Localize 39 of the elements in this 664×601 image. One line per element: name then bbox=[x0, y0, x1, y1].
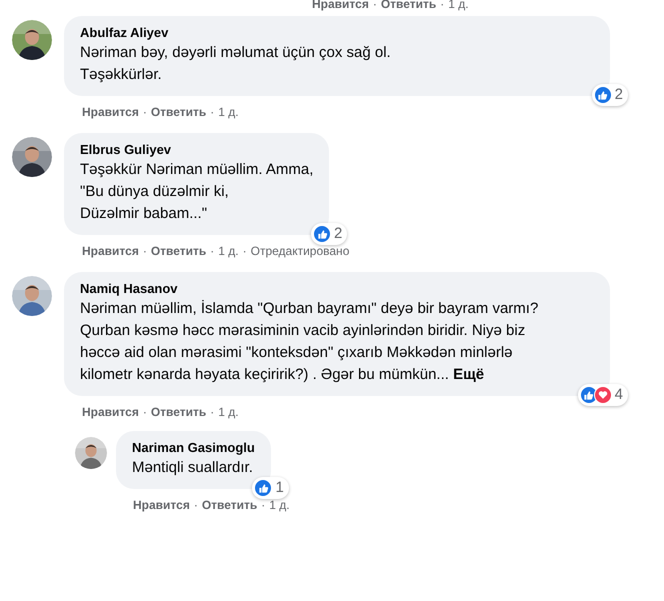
reply-link[interactable]: Ответить bbox=[150, 242, 206, 260]
timestamp-link[interactable]: 1 д. bbox=[218, 103, 239, 121]
author-name[interactable]: Namiq Hasanov bbox=[80, 280, 594, 298]
timestamp-link[interactable]: 1 д. bbox=[218, 242, 239, 260]
separator-dot: · bbox=[372, 0, 377, 8]
separator-dot: · bbox=[194, 497, 198, 514]
timestamp-link[interactable]: 1 д. bbox=[269, 496, 290, 514]
author-name[interactable]: Elbrus Guliyev bbox=[80, 141, 314, 159]
comment-text: Təşəkkür Nəriman müəllim. Amma, "Bu dünya düzəlmir ki, Düzəlmir babam..." bbox=[80, 160, 314, 224]
reaction-badge[interactable]: 2 bbox=[311, 223, 348, 245]
like-link[interactable]: Нравится bbox=[82, 242, 139, 260]
see-more-link[interactable]: Ещё bbox=[453, 366, 484, 383]
comment-text: Nəriman müəllim, İslamda "Qurban bayramı" deyə bir bayram varmı? Qurban kəsmə həcc mərasiminin vacib ayinlərindən biridir. Niyə biz həccə aid olan mərasimi "konteksdən" çıxarıb Məkkədən minlərlə kilometr kənarda həyata keçiririk?) . Əgər bu mümkün... Ещё bbox=[80, 299, 540, 385]
edited-label: Отредактировано bbox=[250, 243, 350, 260]
comment-text: Nəriman bəy, dəyərli məlumat üçün çox sağ ol. Təşəkkürlər. bbox=[80, 43, 392, 85]
like-link[interactable]: Нравится bbox=[82, 103, 139, 121]
like-link[interactable]: Нравится bbox=[82, 403, 139, 421]
separator-dot: · bbox=[210, 404, 214, 421]
reply-link[interactable]: Ответить bbox=[202, 496, 258, 514]
like-link[interactable]: Нравится bbox=[312, 0, 369, 8]
separator-dot: · bbox=[142, 104, 147, 121]
reaction-badge[interactable]: 2 bbox=[592, 84, 628, 106]
timestamp-link[interactable]: 1 д. bbox=[218, 403, 239, 421]
author-name[interactable]: Nariman Gasimoglu bbox=[132, 439, 255, 457]
author-name[interactable]: Abulfaz Aliyev bbox=[80, 24, 594, 42]
reaction-badge[interactable]: 4 bbox=[578, 384, 628, 406]
reply-link[interactable]: Ответить bbox=[150, 403, 206, 421]
separator-dot: · bbox=[142, 404, 147, 421]
separator-dot: · bbox=[242, 243, 247, 260]
comment-text: Məntiqli suallardır. bbox=[132, 458, 254, 478]
separator-dot: · bbox=[142, 243, 147, 260]
separator-dot: · bbox=[261, 497, 266, 514]
separator-dot: · bbox=[210, 104, 214, 121]
separator-dot: · bbox=[210, 243, 214, 260]
reply-link[interactable]: Ответить bbox=[150, 103, 206, 121]
reaction-badge[interactable]: 1 bbox=[252, 477, 289, 499]
timestamp-link[interactable]: 1 д. bbox=[448, 0, 469, 8]
separator-dot: · bbox=[440, 0, 444, 8]
like-link[interactable]: Нравится bbox=[133, 496, 190, 514]
